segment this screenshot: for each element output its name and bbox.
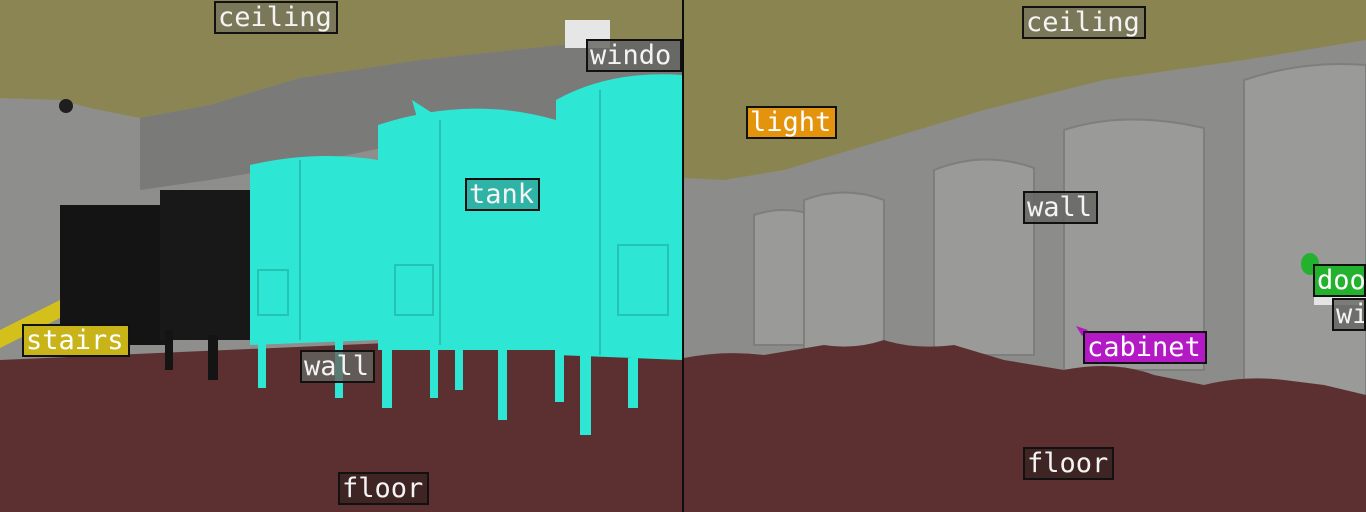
label-wall: wall [1023, 191, 1099, 224]
label-stairs: stairs [22, 324, 130, 357]
label-wall: wall [300, 350, 376, 383]
light-fixture [59, 99, 73, 113]
left-scene [0, 0, 682, 512]
label-ceiling: ceiling [214, 1, 338, 34]
label-ceiling: ceiling [1022, 6, 1146, 39]
label-window: windo [586, 39, 682, 72]
black-tank-leg-2 [165, 330, 173, 370]
label-light: light [746, 106, 838, 139]
left-segmentation-panel: ceiling windo tank stairs wall floor [0, 0, 682, 512]
label-cabinet: cabinet [1083, 331, 1207, 364]
label-floor: floor [1023, 447, 1115, 480]
black-tank-leg [208, 335, 218, 380]
label-tank: tank [465, 178, 541, 211]
right-scene [684, 0, 1366, 512]
label-window: wi [1332, 298, 1366, 331]
right-segmentation-panel: ceiling light wall doo wi cabinet floor [684, 0, 1366, 512]
label-floor: floor [338, 472, 430, 505]
segmentation-comparison-view: ceiling windo tank stairs wall floor cei… [0, 0, 1366, 512]
black-tank-2 [160, 190, 255, 340]
label-door: doo [1313, 264, 1366, 297]
